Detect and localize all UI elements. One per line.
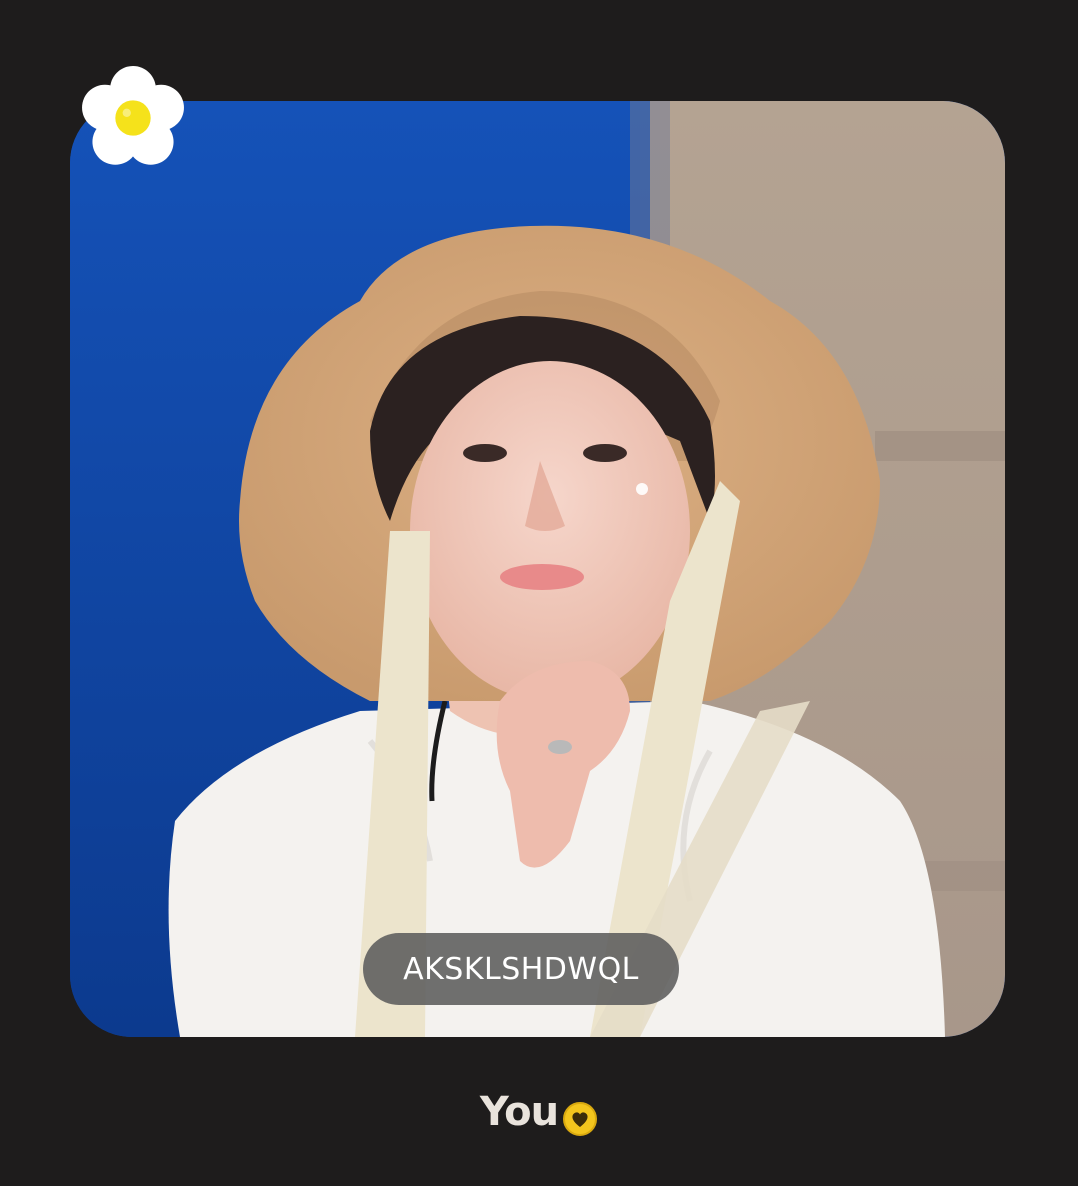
name-label-pill[interactable]: AKSKLSHDWQL — [363, 933, 679, 1005]
portrait-photo — [70, 101, 1005, 1037]
daisy-flower-icon — [81, 66, 185, 170]
footer: You — [0, 1082, 1078, 1142]
heart-badge-icon — [562, 1101, 598, 1137]
footer-label: You — [479, 1089, 559, 1135]
photo-card[interactable] — [70, 101, 1005, 1037]
name-label-text: AKSKLSHDWQL — [403, 951, 639, 987]
